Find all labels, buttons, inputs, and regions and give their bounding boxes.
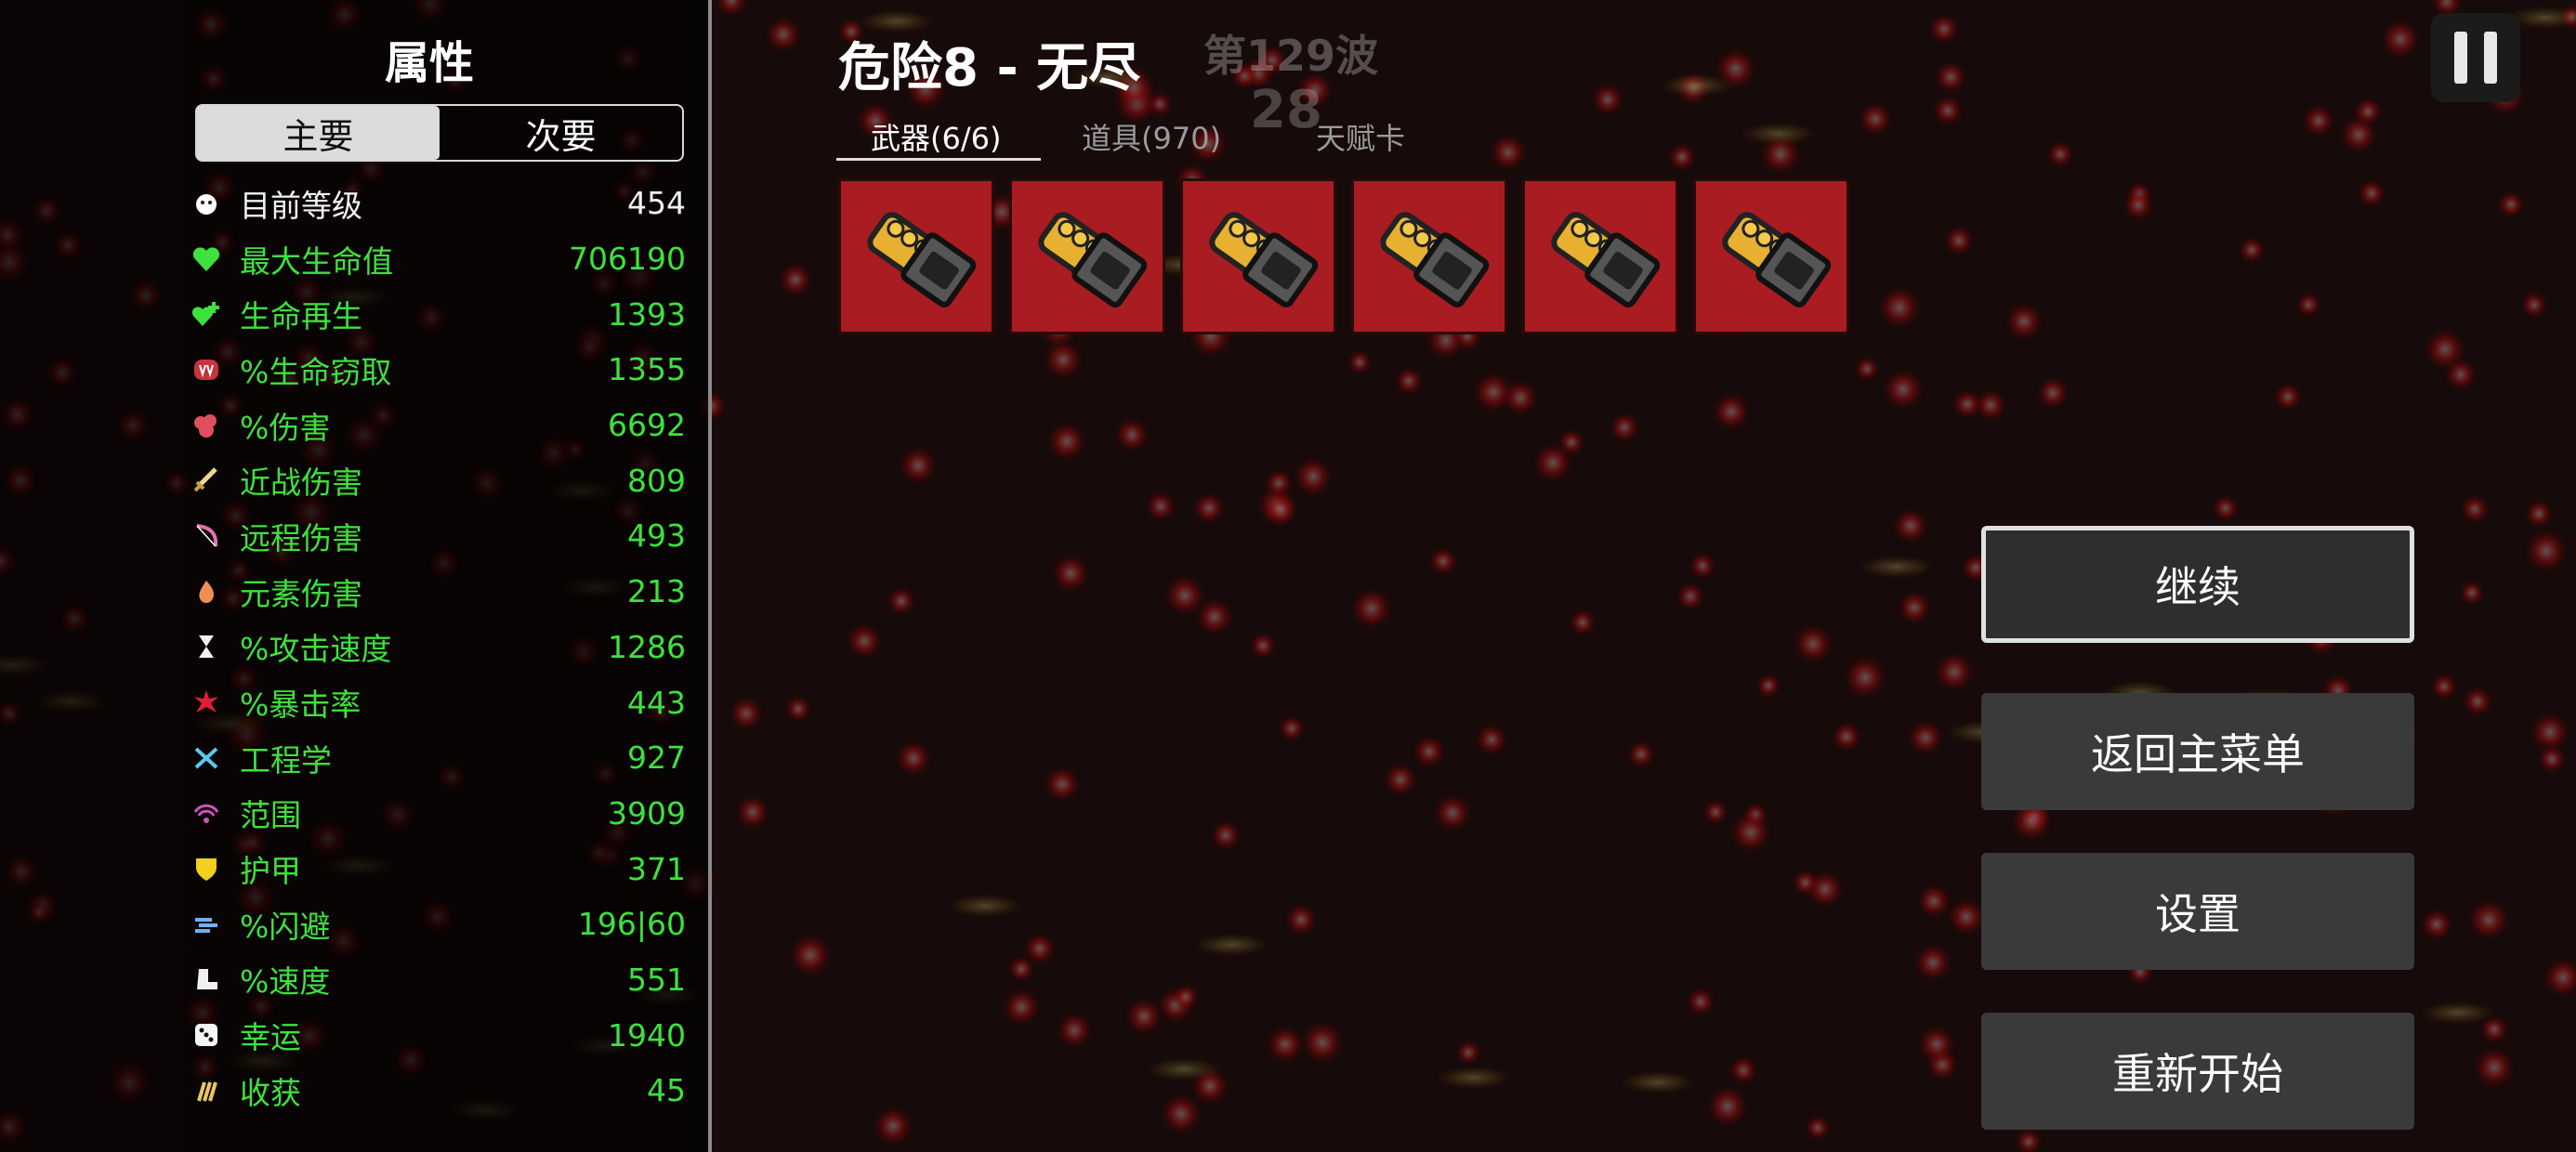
stat-row-16: 收获 45 [186, 1063, 686, 1119]
stat-row-11: 范围 3909 [186, 786, 686, 842]
main-menu-button[interactable]: 返回主菜单 [1981, 693, 2414, 810]
stat-value: 706190 [569, 241, 686, 278]
weapon-slot-6[interactable] [1693, 178, 1849, 334]
stat-label: 幸运 [240, 1019, 301, 1056]
stat-label: %伤害 [240, 409, 331, 446]
stat-value: 551 [627, 961, 686, 998]
stat-label: 工程学 [240, 741, 332, 779]
stat-row-0: 目前等级 454 [186, 176, 686, 231]
stat-value: 371 [627, 850, 686, 887]
harvest-icon [186, 1070, 227, 1111]
stat-value: 6692 [608, 407, 686, 444]
crit-icon [186, 682, 227, 723]
tab-primary-stats[interactable]: 主要 [197, 106, 440, 160]
stat-row-14: %速度 551 [186, 952, 686, 1008]
minigun-icon [1706, 190, 1836, 323]
stat-value: 1286 [608, 628, 686, 665]
stat-row-4: %伤害 6692 [186, 398, 686, 453]
stat-value: 196|60 [577, 906, 686, 943]
tab-weapons[interactable]: 武器(6/6) [871, 115, 1001, 158]
stat-row-10: 工程学 927 [186, 730, 686, 786]
stat-value: 927 [627, 740, 686, 777]
stat-row-7: 元素伤害 213 [186, 564, 686, 620]
flame-icon [186, 571, 227, 612]
stats-list: 目前等级 454 最大生命值 706190 生命再生 1393 %生命窃取 1355 %伤害 66… [186, 176, 686, 1119]
tab-talent-cards[interactable]: 天赋卡 [1316, 115, 1405, 158]
active-tab-underline [836, 158, 1041, 161]
stat-label: %暴击率 [240, 687, 361, 724]
stat-value: 493 [627, 517, 686, 555]
stat-value: 1355 [608, 351, 686, 388]
weapon-slot-4[interactable] [1351, 178, 1507, 334]
weapon-slots [838, 178, 1849, 334]
stat-value: 1940 [608, 1016, 686, 1054]
level-icon [186, 183, 227, 224]
pause-button[interactable] [2431, 13, 2520, 102]
stat-value: 1393 [608, 295, 686, 333]
stat-label: %攻击速度 [240, 631, 392, 668]
stat-label: 生命再生 [240, 298, 362, 335]
boot-icon [186, 959, 227, 1000]
weapon-slot-1[interactable] [838, 178, 994, 334]
stat-label: 范围 [240, 797, 301, 834]
hourglass-icon [186, 626, 227, 667]
wrench-icon [186, 738, 227, 779]
range-icon [186, 792, 227, 833]
stat-label: 元素伤害 [240, 575, 362, 612]
wave-timer: 28 [1250, 80, 1322, 140]
weapon-slot-2[interactable] [1009, 178, 1165, 334]
sword-icon [186, 460, 227, 501]
stat-row-13: %闪避 196|60 [186, 897, 686, 952]
restart-button[interactable]: 重新开始 [1981, 1013, 2414, 1130]
stat-row-9: %暴击率 443 [186, 674, 686, 730]
stat-value: 809 [627, 462, 686, 499]
dice-icon [186, 1015, 227, 1055]
lifesteal-icon [186, 349, 227, 390]
minigun-icon [1022, 190, 1152, 323]
stat-value: 454 [627, 185, 686, 222]
stat-value: 3909 [608, 794, 686, 831]
stat-row-6: 远程伤害 493 [186, 508, 686, 564]
stat-label: 收获 [240, 1074, 301, 1111]
damage-icon [186, 405, 227, 446]
bow-icon [186, 516, 227, 556]
minigun-icon [1535, 190, 1665, 323]
heart-icon [186, 239, 227, 280]
settings-button[interactable]: 设置 [1981, 853, 2414, 970]
regen-icon [186, 294, 227, 334]
stat-value: 213 [627, 573, 686, 610]
stat-row-2: 生命再生 1393 [186, 286, 686, 342]
panel-divider [708, 0, 712, 1152]
weapon-slot-3[interactable] [1180, 178, 1336, 334]
stat-label: %闪避 [240, 908, 331, 945]
stat-row-8: %攻击速度 1286 [186, 620, 686, 675]
stat-label: %速度 [240, 963, 331, 1001]
stat-row-1: 最大生命值 706190 [186, 231, 686, 287]
stat-value: 45 [647, 1072, 686, 1109]
stat-label: 护甲 [240, 853, 301, 890]
stats-title: 属性 [384, 37, 474, 89]
tab-secondary-stats[interactable]: 次要 [440, 106, 682, 160]
tab-items[interactable]: 道具(970) [1082, 115, 1221, 158]
wave-counter: 第129波 [1203, 31, 1379, 81]
stat-row-15: 幸运 1940 [186, 1007, 686, 1063]
minigun-icon [851, 190, 981, 323]
stat-label: 目前等级 [240, 187, 362, 224]
stats-tab-toggle: 主要 次要 [195, 104, 684, 162]
stat-row-3: %生命窃取 1355 [186, 342, 686, 398]
run-title: 危险8 - 无尽 [838, 38, 1141, 98]
shield-icon [186, 848, 227, 889]
minigun-icon [1193, 190, 1323, 323]
stat-label: 最大生命值 [240, 242, 393, 280]
stat-label: 远程伤害 [240, 519, 362, 556]
dodge-icon [186, 904, 227, 945]
weapon-slot-5[interactable] [1522, 178, 1678, 334]
stat-row-5: 近战伤害 809 [186, 452, 686, 508]
stat-row-12: 护甲 371 [186, 841, 686, 897]
minigun-icon [1364, 190, 1494, 323]
stat-label: 近战伤害 [240, 465, 362, 502]
continue-button[interactable]: 继续 [1981, 526, 2414, 643]
stat-label: %生命窃取 [240, 353, 392, 390]
stat-value: 443 [627, 684, 686, 721]
